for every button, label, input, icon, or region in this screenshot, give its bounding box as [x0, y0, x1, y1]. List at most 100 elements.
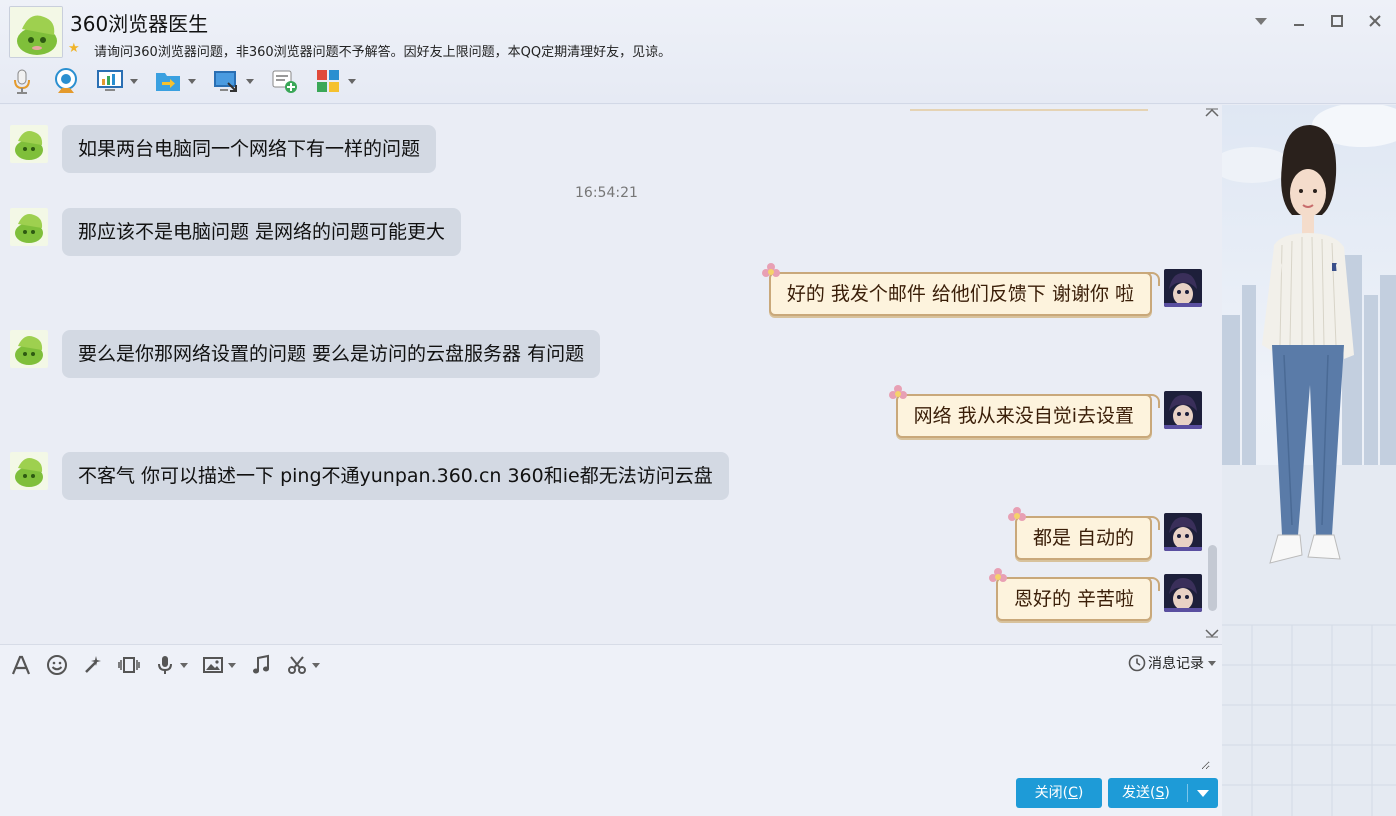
screenshot-button[interactable]	[286, 653, 320, 677]
sender-avatar[interactable]	[10, 208, 48, 246]
magic-wand-icon	[85, 656, 101, 673]
music-button[interactable]	[250, 653, 272, 677]
scroll-ornament	[1146, 272, 1160, 286]
message-bubble-sent[interactable]: 恩好的 辛苦啦	[988, 568, 1160, 621]
close-label-end: )	[1077, 785, 1084, 801]
chevron-down-icon[interactable]	[130, 78, 138, 84]
voice-message-button[interactable]	[154, 653, 188, 677]
my-avatar[interactable]	[1164, 391, 1202, 429]
microphone-icon	[158, 656, 172, 674]
scrollbar-thumb[interactable]	[1208, 545, 1217, 611]
remote-desktop-icon	[214, 71, 237, 92]
close-button[interactable]: 关闭(C)	[1016, 778, 1102, 808]
message-text: 好的 我发个邮件 给他们反馈下 谢谢你 啦	[786, 283, 1134, 305]
avatar-show-panel	[1222, 105, 1396, 816]
send-image-button[interactable]	[202, 653, 236, 677]
font-button[interactable]	[10, 653, 32, 677]
scroll-down-icon[interactable]	[1205, 627, 1219, 642]
window-menu-dropdown[interactable]	[1252, 12, 1270, 30]
scroll-ornament	[1146, 516, 1160, 530]
remote-desktop-button[interactable]	[212, 64, 254, 98]
flower-icon	[888, 385, 907, 399]
sender-avatar[interactable]	[10, 330, 48, 368]
message-bubble-sent[interactable]: 都是 自动的	[1007, 507, 1160, 560]
chevron-down-icon	[1208, 660, 1216, 666]
chevron-down-icon[interactable]	[246, 78, 254, 84]
message-bubble-received[interactable]: 如果两台电脑同一个网络下有一样的问题	[62, 125, 437, 173]
image-icon	[203, 657, 223, 673]
clock-icon	[1128, 654, 1146, 672]
chevron-down-icon[interactable]	[180, 662, 188, 668]
chat-window-header: 360浏览器医生 ★ 请询问360浏览器问题，非360浏览器问题不予解答。因好友…	[0, 0, 1396, 104]
sender-avatar[interactable]	[10, 452, 48, 490]
message-bubble-sent[interactable]: 网络 我从来没自觉i去设置	[888, 385, 1160, 438]
contact-signature: 请询问360浏览器问题，非360浏览器问题不予解答。因好友上限问题，本QQ定期清…	[94, 45, 672, 60]
message-text: 网络 我从来没自觉i去设置	[913, 405, 1134, 427]
message-input[interactable]	[10, 685, 1210, 770]
voice-call-button[interactable]	[8, 64, 36, 98]
screen-share-icon	[97, 70, 123, 91]
send-button[interactable]: 发送(S)	[1108, 778, 1218, 808]
chevron-down-icon[interactable]	[228, 662, 236, 668]
qq-show-illustration	[1222, 105, 1396, 816]
app-grid-icon	[317, 70, 339, 92]
contact-name: 360浏览器医生	[70, 12, 209, 36]
compose-toolbar	[10, 653, 334, 677]
message-bubble-received[interactable]: 不客气 你可以描述一下 ping不通yunpan.360.cn 360和ie都无…	[62, 452, 729, 500]
scroll-up-icon[interactable]	[1205, 107, 1219, 122]
emoji-button[interactable]	[46, 653, 68, 677]
font-icon	[11, 655, 31, 675]
message-text: 都是 自动的	[1032, 527, 1134, 549]
send-button-divider	[1187, 784, 1188, 802]
screen-share-button[interactable]	[96, 64, 138, 98]
my-avatar[interactable]	[1164, 513, 1202, 551]
star-icon: ★	[68, 41, 80, 56]
shake-icon	[118, 657, 140, 673]
send-label: 发送(	[1122, 785, 1156, 801]
message-history-label: 消息记录	[1148, 656, 1204, 672]
window-shake-button[interactable]	[118, 653, 140, 677]
magic-expression-button[interactable]	[82, 653, 104, 677]
app-grid-button[interactable]	[314, 64, 356, 98]
create-discussion-button[interactable]	[270, 64, 298, 98]
maximize-button[interactable]	[1328, 12, 1346, 30]
sender-avatar[interactable]	[10, 125, 48, 163]
flower-icon	[988, 568, 1007, 582]
clipped-message-edge	[910, 105, 1148, 111]
message-compose-area: 消息记录 关闭(C) 发送(S)	[0, 644, 1222, 816]
file-transfer-icon	[156, 73, 180, 91]
flower-icon	[761, 263, 780, 277]
chevron-down-icon[interactable]	[312, 662, 320, 668]
microphone-icon	[14, 69, 30, 94]
create-discussion-icon	[272, 70, 297, 93]
scroll-ornament	[1146, 394, 1160, 408]
webcam-icon	[55, 68, 77, 93]
scissors-icon	[288, 656, 306, 674]
chat-toolbar	[8, 64, 372, 98]
contact-avatar[interactable]	[9, 6, 63, 58]
close-shortcut-key: C	[1068, 785, 1078, 801]
chevron-down-icon[interactable]	[348, 78, 356, 84]
flower-icon	[1007, 507, 1026, 521]
chat-history[interactable]: 如果两台电脑同一个网络下有一样的问题 16:54:21 那应该不是电脑问题 是网…	[0, 105, 1222, 644]
file-transfer-button[interactable]	[154, 64, 196, 98]
message-text: 恩好的 辛苦啦	[1013, 588, 1134, 610]
send-options-dropdown[interactable]	[1197, 790, 1209, 797]
message-history-button[interactable]: 消息记录	[1128, 653, 1216, 673]
video-call-button[interactable]	[52, 64, 80, 98]
message-timestamp: 16:54:21	[575, 185, 638, 201]
close-label: 关闭(	[1034, 785, 1069, 801]
my-avatar[interactable]	[1164, 574, 1202, 612]
chevron-down-icon[interactable]	[188, 78, 196, 84]
close-window-button[interactable]	[1366, 12, 1384, 30]
message-bubble-received[interactable]: 那应该不是电脑问题 是网络的问题可能更大	[62, 208, 462, 256]
send-label-end: )	[1164, 785, 1170, 801]
scroll-ornament	[1146, 577, 1160, 591]
my-avatar[interactable]	[1164, 269, 1202, 307]
smiley-icon	[47, 655, 67, 675]
window-controls	[1252, 12, 1384, 30]
message-bubble-received[interactable]: 要么是你那网络设置的问题 要么是访问的云盘服务器 有问题	[62, 330, 601, 378]
music-note-icon	[253, 654, 269, 674]
minimize-button[interactable]	[1290, 12, 1308, 30]
message-bubble-sent[interactable]: 好的 我发个邮件 给他们反馈下 谢谢你 啦	[761, 263, 1160, 316]
